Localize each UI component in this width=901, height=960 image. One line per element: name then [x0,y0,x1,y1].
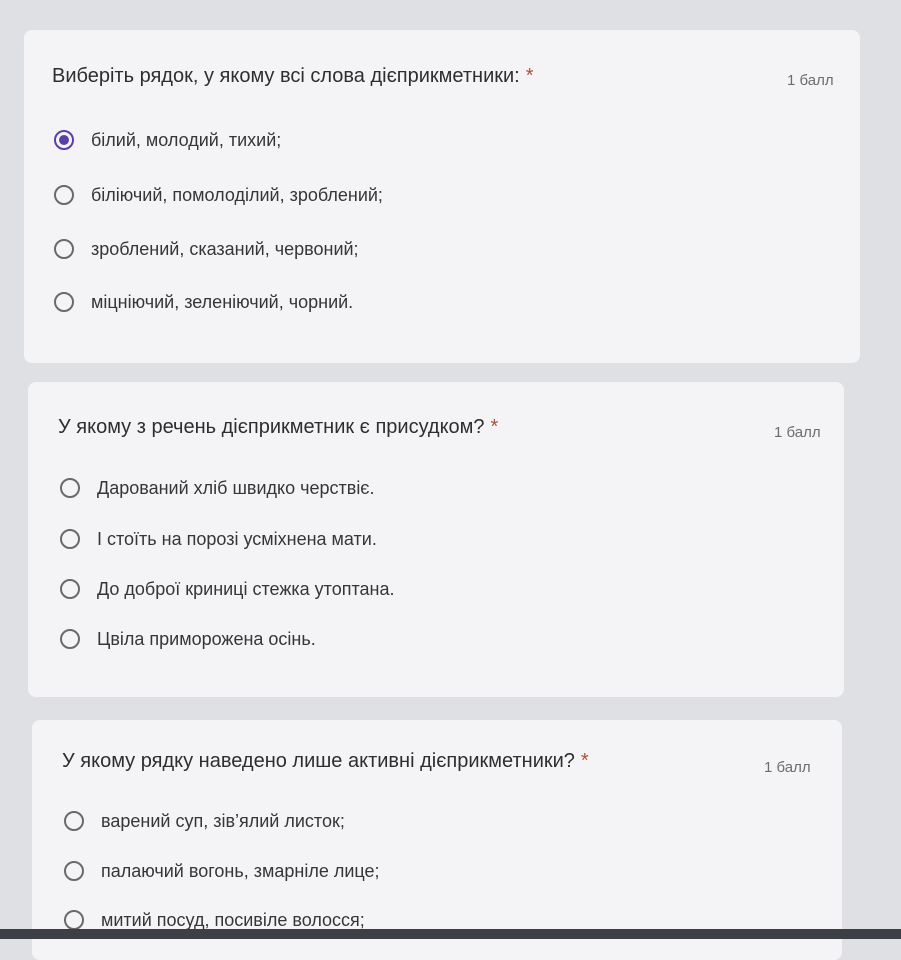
question-card-3: У якому рядку наведено лише активні дієп… [32,720,842,960]
taskbar [0,929,901,939]
option-label: міцніючий, зеленіючий, чорний. [91,291,354,312]
option-1[interactable]: Дарований хліб швидко черствіє. [60,473,375,503]
option-2[interactable]: біліючий, помолоділий, зроблений; [54,180,383,210]
points-label: 1 балл [774,424,821,441]
required-mark: * [580,750,589,772]
option-3[interactable]: зроблений, сказаний, червоний; [54,234,359,264]
question-title: Виберіть рядок, у якому всі слова дієпри… [52,65,534,88]
option-label: палаючий вогонь, змарніле лице; [101,860,380,881]
option-4[interactable]: Цвіла приморожена осінь. [60,624,316,654]
points-label: 1 балл [787,72,834,89]
option-label: Цвіла приморожена осінь. [97,628,316,649]
option-2[interactable]: І стоїть на порозі усміхнена мати. [60,524,377,554]
question-title: У якому з речень дієприкметник є присудк… [58,416,498,439]
option-label: біліючий, помолоділий, зроблений; [91,184,383,205]
option-label: Дарований хліб швидко черствіє. [97,477,375,498]
option-label: варений суп, зів’ялий листок; [101,810,345,831]
radio-checked-icon[interactable] [54,130,74,150]
required-mark: * [525,65,534,87]
radio-icon[interactable] [64,811,84,831]
option-label: білий, молодий, тихий; [91,129,282,150]
radio-icon[interactable] [54,185,74,205]
radio-icon[interactable] [60,629,80,649]
question-card-1: Виберіть рядок, у якому всі слова дієпри… [24,30,860,363]
question-text: У якому з речень дієприкметник є присудк… [58,416,485,438]
option-2[interactable]: палаючий вогонь, змарніле лице; [64,856,380,886]
option-1[interactable]: білий, молодий, тихий; [54,125,281,155]
radio-icon[interactable] [60,579,80,599]
option-3[interactable]: До доброї криниці стежка утоптана. [60,574,394,604]
radio-icon[interactable] [64,861,84,881]
option-4[interactable]: міцніючий, зеленіючий, чорний. [54,287,353,317]
required-mark: * [490,416,499,438]
option-label: митий посуд, посивіле волосся; [101,909,365,930]
question-card-2: У якому з речень дієприкметник є присудк… [28,382,844,697]
radio-icon[interactable] [60,478,80,498]
question-text: Виберіть рядок, у якому всі слова дієпри… [52,65,520,87]
option-1[interactable]: варений суп, зів’ялий листок; [64,806,345,836]
option-label: До доброї криниці стежка утоптана. [97,578,395,599]
question-title: У якому рядку наведено лише активні дієп… [62,750,589,773]
radio-icon[interactable] [54,239,74,259]
option-label: І стоїть на порозі усміхнена мати. [97,528,377,549]
radio-icon[interactable] [54,292,74,312]
points-label: 1 балл [764,759,811,776]
radio-icon[interactable] [60,529,80,549]
option-label: зроблений, сказаний, червоний; [91,238,359,259]
radio-icon[interactable] [64,910,84,930]
question-text: У якому рядку наведено лише активні дієп… [62,750,575,772]
